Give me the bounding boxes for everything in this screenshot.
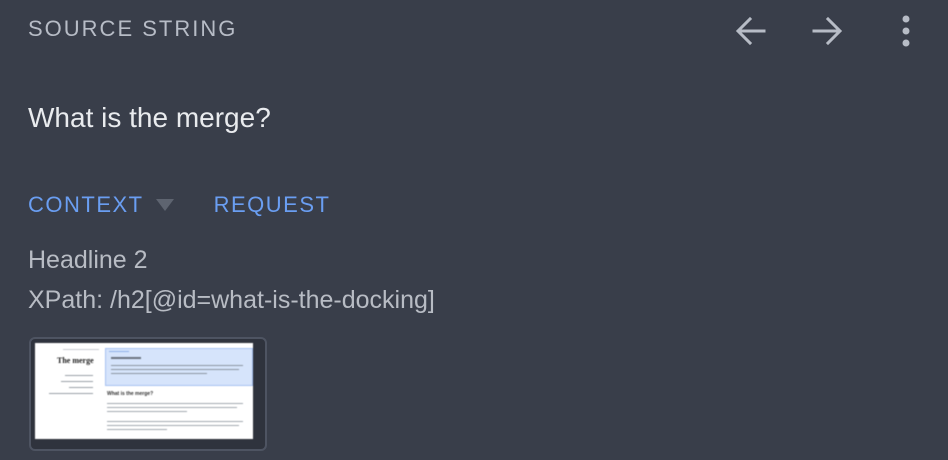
caret-down-icon [155, 199, 174, 211]
context-dropdown-toggle[interactable] [155, 199, 174, 211]
tab-context[interactable]: CONTEXT [28, 192, 144, 218]
source-string-panel: SOURCE STRING What is the merge? CONTEXT… [0, 0, 948, 460]
panel-title: SOURCE STRING [28, 16, 238, 41]
thumbnail-page-title: The merge [57, 356, 94, 365]
next-button[interactable] [805, 10, 849, 52]
context-xpath: XPath: /h2[@id=what-is-the-docking] [28, 286, 435, 314]
previous-button[interactable] [729, 10, 773, 52]
thumbnail-highlight [105, 348, 253, 386]
arrow-left-icon [735, 16, 766, 46]
context-screenshot-thumbnail[interactable]: The merge What is the merge? [29, 337, 267, 451]
context-element-type: Headline 2 [28, 246, 148, 274]
tab-request[interactable]: REQUEST [214, 192, 331, 218]
more-options-button[interactable] [884, 10, 928, 52]
context-tabs: CONTEXT REQUEST [28, 192, 330, 218]
thumbnail-section-title: What is the merge? [107, 391, 154, 397]
more-vertical-icon [902, 15, 910, 47]
thumbnail-image: The merge What is the merge? [35, 343, 253, 439]
arrow-right-icon [812, 16, 843, 46]
source-string-text: What is the merge? [28, 102, 271, 133]
